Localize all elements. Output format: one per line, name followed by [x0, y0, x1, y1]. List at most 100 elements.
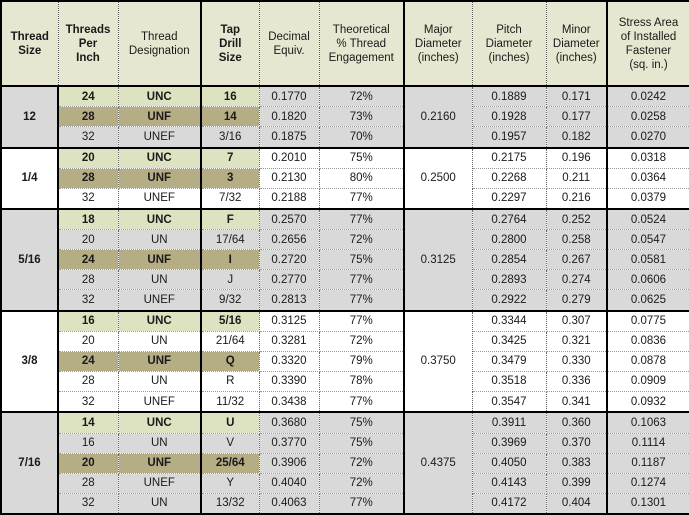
minor-diameter-cell: 0.177: [546, 106, 608, 128]
table-row: 32 UN 13/32 0.4063 77% 0.4172 0.404 0.1301: [1, 493, 689, 514]
table-row: 28 UNEF Y 0.4040 72% 0.4143 0.399 0.1274: [1, 473, 689, 494]
thread-engagement-cell: 72%: [319, 86, 405, 108]
thread-designation-cell: UNF: [118, 168, 202, 189]
thread-designation-cell: UN: [118, 269, 202, 291]
table-row: 1/4 20 UNC 7 0.2010 75% 0.2500 0.2175 0.196 0.031…: [1, 147, 689, 211]
table-row: 24 UNF I 0.2720 75% 0.2854 0.267 0.0581: [1, 249, 689, 271]
tap-drill-size-cell: 3: [201, 168, 260, 189]
thread-designation-cell: UNEF: [118, 126, 202, 149]
thread-engagement-cell: 77%: [319, 269, 405, 291]
stress-area-cell: 0.0878: [607, 351, 689, 372]
thread-engagement-cell: 77%: [319, 391, 405, 414]
stress-area-cell: 0.0581: [607, 249, 689, 271]
table-body: 12 24 UNC 16 0.1770 72% 0.2160 0.1889 0.171 0.024…: [1, 86, 689, 515]
thread-designation-cell: UN: [118, 493, 202, 514]
column-header-thread-engagement: Theoretical% Thread Engagement: [319, 1, 405, 87]
decimal-equiv-cell: 0.3680: [259, 412, 320, 434]
minor-diameter-cell: 0.341: [546, 391, 608, 414]
tap-drill-size-cell: 5/16: [201, 310, 260, 332]
header-line: Per: [78, 37, 98, 50]
minor-diameter-cell: 0.360: [546, 412, 608, 434]
tap-drill-size-cell: 9/32: [201, 289, 260, 312]
column-header-decimal-equiv: Decimal Equiv.: [259, 1, 320, 87]
thread-size-cell: 1/4: [1, 147, 59, 211]
header-line: Tap: [220, 23, 241, 36]
column-header-stress-area: Stress Area of Installed Fastener (sq. in.): [607, 1, 689, 87]
tap-drill-size-cell: F: [201, 209, 260, 231]
header-line: % Thread: [336, 37, 387, 50]
minor-diameter-cell: 0.336: [546, 371, 608, 392]
minor-diameter-cell: 0.182: [546, 126, 608, 149]
table-row: 16 UN V 0.3770 75% 0.3969 0.370 0.1114: [1, 433, 689, 454]
threads-per-inch-cell: 32: [58, 493, 119, 514]
stress-area-cell: 0.0547: [607, 229, 689, 251]
table-row: 32 UNEF 9/32 0.2813 77% 0.2922 0.279 0.0625: [1, 289, 689, 312]
pitch-diameter-cell: 0.3969: [472, 433, 547, 454]
pitch-diameter-cell: 0.3518: [472, 371, 547, 392]
major-diameter-cell: 0.2160: [404, 86, 473, 149]
table-row: 32 UNEF 11/32 0.3438 77% 0.3547 0.341 0.0932: [1, 391, 689, 414]
header-line: Engagement: [328, 51, 394, 64]
stress-area-cell: 0.0909: [607, 371, 689, 392]
stress-area-cell: 0.0379: [607, 188, 689, 211]
header-line: Fastener: [625, 44, 672, 57]
tap-drill-size-cell: 16: [201, 86, 260, 108]
minor-diameter-cell: 0.258: [546, 229, 608, 251]
tap-drill-size-cell: 7: [201, 147, 260, 169]
decimal-equiv-cell: 0.3390: [259, 371, 320, 392]
thread-size-cell: 3/8: [1, 310, 59, 414]
minor-diameter-cell: 0.216: [546, 188, 608, 211]
threads-per-inch-cell: 28: [58, 473, 119, 494]
minor-diameter-cell: 0.321: [546, 331, 608, 352]
minor-diameter-cell: 0.252: [546, 209, 608, 231]
pitch-diameter-cell: 0.2268: [472, 168, 547, 189]
tap-drill-size-cell: 3/16: [201, 126, 260, 149]
thread-engagement-cell: 72%: [319, 473, 405, 494]
thread-designation-cell: UNEF: [118, 391, 202, 414]
thread-size-cell: 5/16: [1, 209, 59, 312]
thread-designation-cell: UNEF: [118, 188, 202, 211]
pitch-diameter-cell: 0.2297: [472, 188, 547, 211]
major-diameter-cell: 0.4375: [404, 412, 473, 515]
column-header-tap-drill-size: Tap Drill Size: [201, 1, 260, 87]
table-row: 20 UN 21/64 0.3281 72% 0.3425 0.321 0.0836: [1, 331, 689, 352]
major-diameter-cell: 0.3750: [404, 310, 473, 414]
minor-diameter-cell: 0.307: [546, 310, 608, 332]
thread-engagement-cell: 72%: [319, 331, 405, 352]
decimal-equiv-cell: 0.4063: [259, 493, 320, 514]
threads-per-inch-cell: 24: [58, 86, 119, 108]
table-row: 28 UN R 0.3390 78% 0.3518 0.336 0.0909: [1, 371, 689, 392]
decimal-equiv-cell: 0.2720: [259, 249, 320, 271]
decimal-equiv-cell: 0.2770: [259, 269, 320, 291]
threads-per-inch-cell: 16: [58, 310, 119, 332]
stress-area-cell: 0.0258: [607, 106, 689, 128]
tap-drill-size-cell: 17/64: [201, 229, 260, 251]
column-header-minor-diameter: Minor Diameter (inches): [546, 1, 608, 87]
table-row: 5/16 18 UNC F 0.2570 77% 0.3125 0.2764 0.252 0.05…: [1, 209, 689, 312]
header-line: Diameter: [414, 37, 462, 50]
stress-area-cell: 0.0242: [607, 86, 689, 108]
table-row: 7/16 14 UNC U 0.3680 75% 0.4375 0.3911 0.360 0.10…: [1, 412, 689, 515]
minor-diameter-cell: 0.330: [546, 351, 608, 372]
decimal-equiv-cell: 0.2570: [259, 209, 320, 231]
threads-per-inch-cell: 18: [58, 209, 119, 231]
column-header-pitch-diameter: Pitch Diameter (inches): [472, 1, 547, 87]
table-row: 12 24 UNC 16 0.1770 72% 0.2160 0.1889 0.171 0.024…: [1, 86, 689, 149]
thread-engagement-cell: 77%: [319, 493, 405, 514]
threads-per-inch-cell: 32: [58, 391, 119, 414]
tap-drill-size-cell: R: [201, 371, 260, 392]
threads-per-inch-cell: 28: [58, 371, 119, 392]
column-header-thread-designation: Thread Designation: [118, 1, 202, 87]
threads-per-inch-cell: 28: [58, 168, 119, 189]
minor-diameter-cell: 0.171: [546, 86, 608, 108]
pitch-diameter-cell: 0.3344: [472, 310, 547, 332]
threads-per-inch-cell: 20: [58, 147, 119, 169]
thread-designation-cell: UN: [118, 331, 202, 352]
pitch-diameter-cell: 0.3547: [472, 391, 547, 414]
pitch-diameter-cell: 0.1889: [472, 86, 547, 108]
threads-per-inch-cell: 20: [58, 229, 119, 251]
thread-designation-cell: UNC: [118, 86, 202, 108]
decimal-equiv-cell: 0.1770: [259, 86, 320, 108]
decimal-equiv-cell: 0.2010: [259, 147, 320, 169]
tap-drill-size-cell: 7/32: [201, 188, 260, 211]
